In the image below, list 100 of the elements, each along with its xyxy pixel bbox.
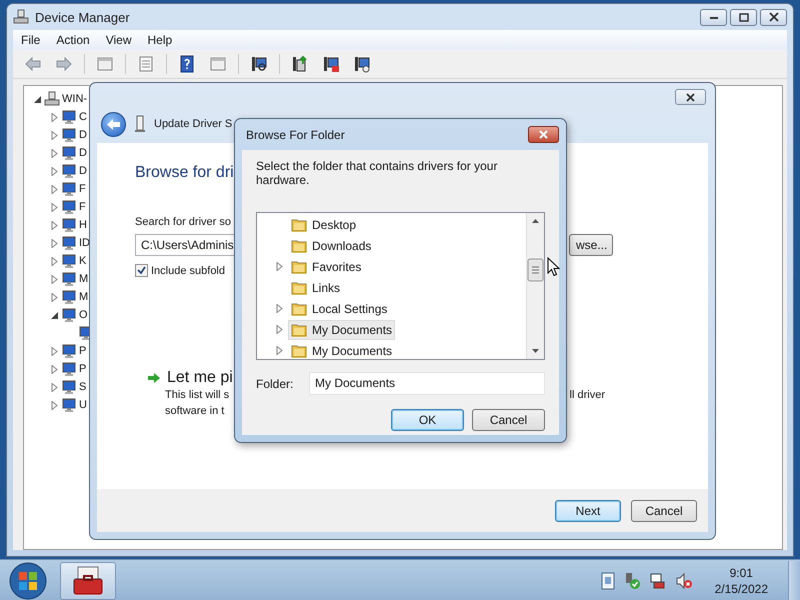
tree-item[interactable]: P <box>79 345 86 357</box>
device-icon <box>61 253 77 269</box>
show-desktop-button[interactable] <box>788 560 800 600</box>
tree-item[interactable]: K <box>79 255 86 267</box>
dialog-button[interactable]: Cancel <box>472 409 545 431</box>
menu-item[interactable]: Action <box>48 33 98 47</box>
expander-icon[interactable] <box>33 94 42 104</box>
device-icon <box>61 127 77 143</box>
device-icon <box>61 235 77 251</box>
close-button[interactable] <box>528 126 559 143</box>
folder-item[interactable]: My Documents <box>288 320 396 340</box>
document-icon[interactable] <box>600 572 615 590</box>
tree-item[interactable]: D <box>79 147 87 159</box>
start-button[interactable] <box>8 560 48 600</box>
folder-icon <box>291 322 307 338</box>
device-icon <box>61 289 77 305</box>
device-icon <box>61 199 77 215</box>
tree-item[interactable]: F <box>79 201 86 213</box>
folder-item[interactable]: Favorites <box>288 256 364 276</box>
tree-item[interactable]: WIN- <box>62 93 88 105</box>
maximize-button[interactable] <box>730 8 757 26</box>
computer-icon <box>13 9 29 25</box>
dialog-title: Browse For Folder <box>246 128 345 142</box>
window-title: Device Manager <box>35 10 130 24</box>
prompt-text: Select the folder that contains drivers for your hardware. <box>256 159 498 187</box>
expander-icon[interactable] <box>50 310 59 320</box>
minimize-button[interactable] <box>700 8 727 26</box>
update-icon[interactable] <box>291 55 309 73</box>
device-icon <box>61 271 77 287</box>
scrollbar[interactable] <box>526 213 544 359</box>
panel-icon[interactable] <box>96 55 114 73</box>
mouse-cursor-icon <box>547 257 560 277</box>
option-link[interactable]: Let me pi <box>167 369 233 387</box>
uninstall-icon[interactable] <box>353 55 371 73</box>
dialog-button[interactable]: Next <box>555 500 621 522</box>
device-icon <box>61 109 77 125</box>
taskbar-button[interactable] <box>60 562 116 600</box>
tree-item[interactable]: M <box>79 291 88 303</box>
tree-item[interactable]: M <box>79 273 88 285</box>
speaker-icon[interactable] <box>674 572 693 590</box>
close-button[interactable] <box>675 89 706 105</box>
folder-icon <box>291 216 307 232</box>
device-icon <box>61 145 77 161</box>
tree-item[interactable]: F <box>79 183 86 195</box>
browse-button[interactable]: wse... <box>569 234 613 256</box>
folder-item[interactable]: Links <box>288 278 344 298</box>
tree-item[interactable]: P <box>79 363 86 375</box>
search-label: Search for driver so <box>135 216 231 228</box>
panel-icon[interactable] <box>209 55 227 73</box>
description-text: ll driver <box>570 388 605 403</box>
close-button[interactable] <box>760 8 787 26</box>
arrow-icon <box>147 372 161 384</box>
tree-item[interactable]: D <box>79 165 87 177</box>
scan-icon[interactable] <box>250 55 268 73</box>
menu-item[interactable]: View <box>98 33 140 47</box>
tree-item[interactable]: O <box>79 309 88 321</box>
maximize-icon <box>738 12 748 22</box>
dialog-button[interactable]: Cancel <box>631 500 697 522</box>
forward-icon[interactable] <box>55 55 73 73</box>
folder-icon <box>291 238 307 254</box>
folder-item[interactable]: Downloads <box>288 236 374 256</box>
folder-item[interactable]: Desktop <box>288 214 360 234</box>
folder-item[interactable]: My Documents <box>288 340 396 360</box>
device-icon <box>61 379 77 395</box>
checkbox[interactable] <box>135 264 148 277</box>
clock-date[interactable]: 2/15/2022 <box>714 580 768 596</box>
description-text: This list will s <box>165 388 230 403</box>
folder-icon <box>291 300 307 316</box>
network-icon[interactable] <box>648 572 667 590</box>
device-icon <box>61 181 77 197</box>
page-heading: Browse for dri <box>135 164 234 182</box>
tree-item[interactable]: H <box>79 219 87 231</box>
tree-item[interactable]: D <box>79 129 87 141</box>
folder-icon <box>291 258 307 274</box>
device-icon <box>61 397 77 413</box>
description-text: software in t <box>165 404 224 419</box>
back-button[interactable] <box>101 112 126 136</box>
checkbox-label: Include subfold <box>151 264 225 276</box>
folder-field[interactable]: My Documents <box>309 372 545 395</box>
tree-item[interactable]: C <box>79 111 87 123</box>
clock-time[interactable]: 9:01 <box>730 564 753 580</box>
disable-icon[interactable] <box>322 55 340 73</box>
menu-item[interactable]: File <box>13 33 48 47</box>
device-icon <box>61 163 77 179</box>
tree-item[interactable]: ID <box>79 237 90 249</box>
tree-item[interactable]: U <box>79 399 87 411</box>
back-arrow-icon <box>106 118 121 130</box>
minimize-icon <box>708 14 718 20</box>
help-icon[interactable] <box>178 55 196 73</box>
device-icon <box>61 361 77 377</box>
properties-icon[interactable] <box>137 55 155 73</box>
dialog-button[interactable]: OK <box>391 409 464 431</box>
menu-item[interactable]: Help <box>140 33 180 47</box>
back-icon[interactable] <box>24 55 42 73</box>
tree-item[interactable]: S <box>79 381 86 393</box>
folder-item[interactable]: Local Settings <box>288 298 390 318</box>
close-icon <box>766 11 780 23</box>
computer-icon <box>44 91 60 107</box>
folder-label: Folder: <box>256 376 294 390</box>
folder-icon <box>291 280 307 296</box>
